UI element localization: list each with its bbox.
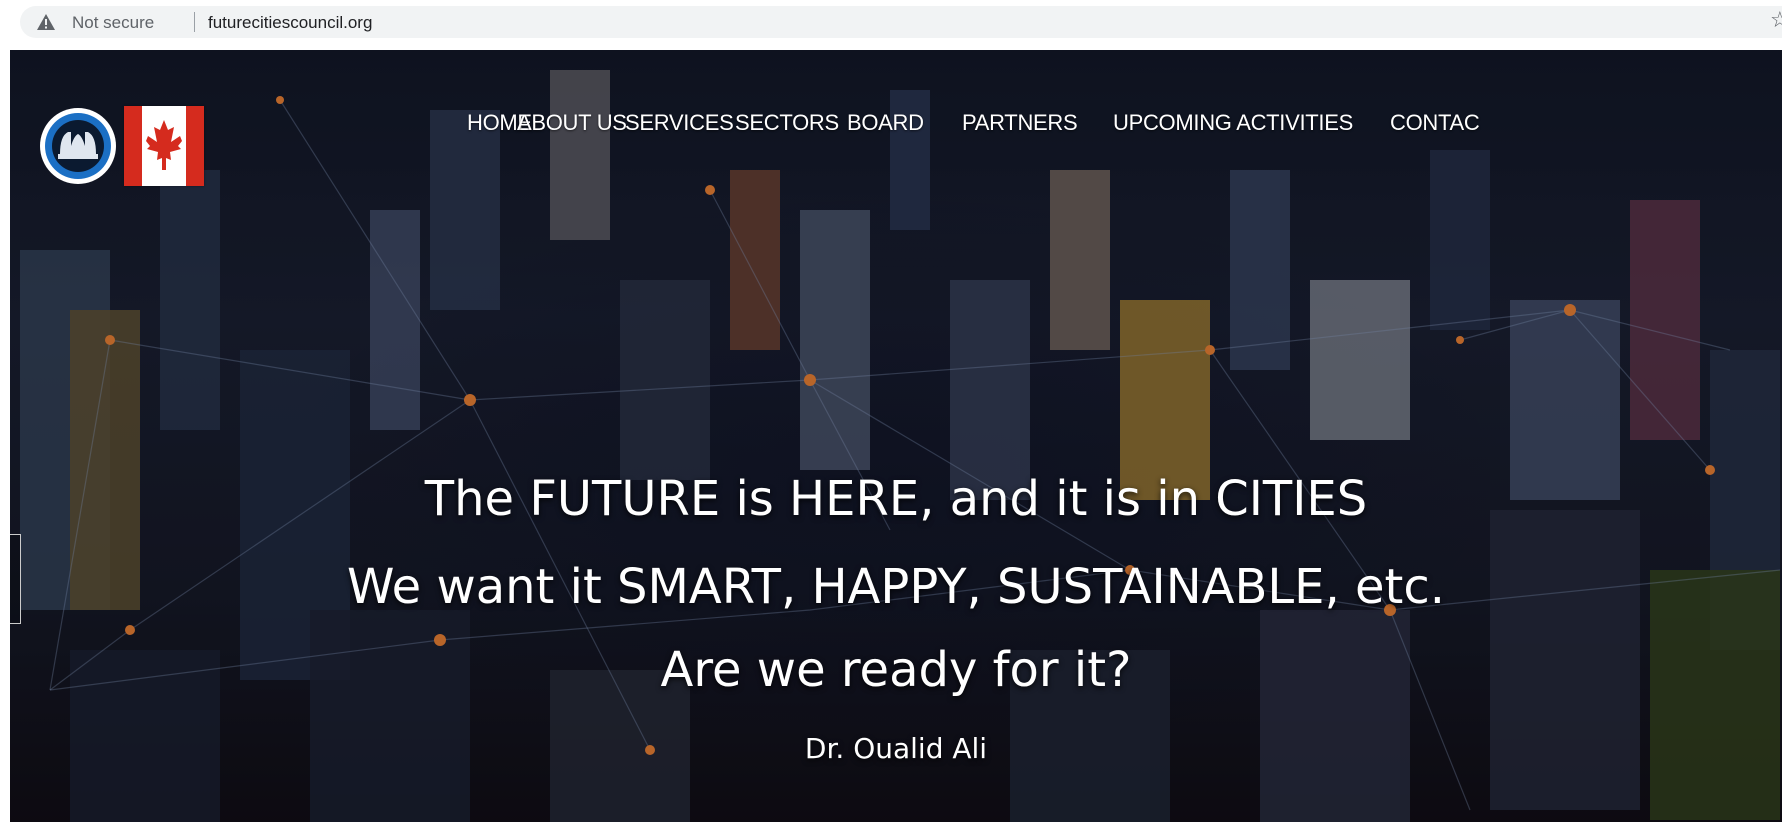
nav-sectors[interactable]: SECTORS [735,110,839,136]
nav-services[interactable]: SERVICES [625,110,734,136]
url-field[interactable]: futurecitiescouncil.org [208,14,372,32]
omnibox-divider [194,12,195,32]
nav-upcoming-activities[interactable]: UPCOMING ACTIVITIES [1113,110,1353,136]
hero-headline: The FUTURE is HERE, and it is in CITIES [424,471,1368,527]
hero-question: Are we ready for it? [660,642,1132,698]
warning-triangle-icon[interactable] [36,13,56,31]
hero-section: HOME ABOUT US SERVICES SECTORS BOARD PAR… [10,50,1782,822]
canadian-flag-icon [124,106,204,186]
nav-board[interactable]: BOARD [847,110,924,136]
hero-subheadline: We want it SMART, HAPPY, SUSTAINABLE, et… [347,559,1445,615]
city-network-background [10,50,1782,822]
quote-author: Dr. Oualid Ali [804,732,988,765]
council-hands-logo-icon[interactable] [38,106,118,186]
browser-address-bar: Not secure futurecitiescouncil.org ☆ [0,0,1782,44]
security-status-label[interactable]: Not secure [72,14,154,32]
omnibox[interactable]: Not secure futurecitiescouncil.org ☆ [20,6,1782,38]
bookmark-star-icon[interactable]: ☆ [1770,9,1782,33]
nav-partners[interactable]: PARTNERS [962,110,1078,136]
nav-about-us[interactable]: ABOUT US [517,110,627,136]
nav-contact[interactable]: CONTAC [1390,110,1480,136]
